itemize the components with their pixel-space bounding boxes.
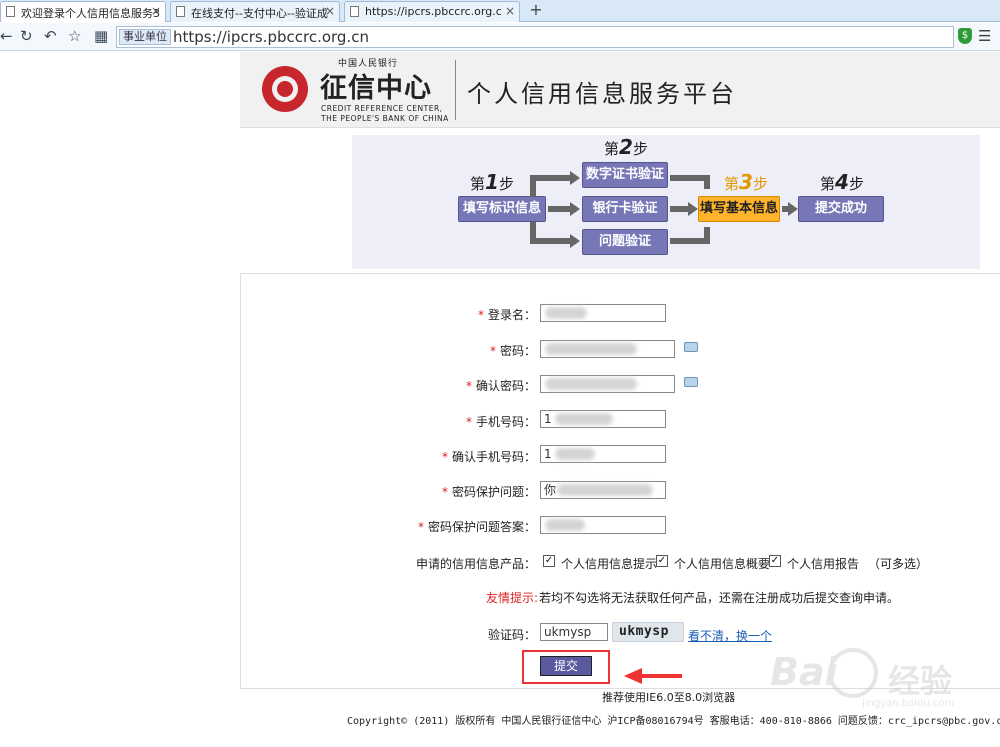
tip-text: 若均不勾选将无法获取任何产品，还需在注册成功后提交查询申请。: [539, 591, 900, 605]
password-label: * 密码：: [489, 344, 536, 358]
step-bank-card: 银行卡验证: [582, 196, 668, 222]
arrow-connector: [530, 175, 570, 181]
captcha-image[interactable]: ukmysp: [612, 622, 684, 642]
soft-keyboard-icon[interactable]: [684, 377, 698, 387]
site-header: 中国人民银行 征信中心 CREDIT REFERENCE CENTER, THE…: [240, 52, 1000, 128]
step-fill-basic-info: 填写基本信息: [698, 196, 780, 222]
browser-toolbar: ← ↻ ↶ ☆ ▦ 事业单位 https://ipcrs.pbccrc.org.…: [0, 23, 1000, 51]
browser-tab[interactable]: https://ipcrs.pbccrc.org.c ×: [344, 1, 520, 22]
security-answer-input[interactable]: [540, 516, 666, 534]
confirm-password-label: * 确认密码：: [465, 379, 536, 393]
security-question-select[interactable]: 你: [540, 481, 666, 499]
confirm-password-input[interactable]: [540, 375, 675, 393]
confirm-phone-label: * 确认手机号码：: [441, 450, 536, 464]
step-3-label: 第3步: [724, 170, 768, 194]
baidu-watermark: Bai 经验 jingyan.baidu.com: [770, 640, 990, 710]
logo-seal-icon: [262, 66, 308, 112]
step-submit-success: 提交成功: [798, 196, 884, 222]
annotation-arrow-head-icon: [624, 668, 642, 684]
product-label-summary: 个人信用信息概要: [674, 557, 771, 571]
arrow-connector: [530, 238, 570, 244]
product-checkbox-tip[interactable]: ✓: [543, 555, 555, 567]
shield-icon[interactable]: $: [958, 28, 972, 44]
apps-grid-icon[interactable]: ▦: [94, 26, 108, 46]
arrow-connector: [670, 206, 688, 212]
platform-title: 个人信用信息服务平台: [467, 80, 737, 108]
tab-title: 欢迎登录个人信用信息服务3: [21, 7, 160, 20]
soft-keyboard-icon[interactable]: [684, 342, 698, 352]
logo-english-line1: CREDIT REFERENCE CENTER,: [321, 104, 443, 113]
page-icon: [6, 6, 15, 17]
reload-icon[interactable]: ↻: [20, 26, 33, 46]
menu-icon[interactable]: ☰: [978, 27, 991, 45]
arrow-connector: [548, 206, 570, 212]
security-question-label: * 密码保护问题：: [441, 485, 536, 499]
captcha-label: 验证码：: [487, 628, 536, 642]
undo-icon[interactable]: ↶: [44, 26, 57, 46]
product-label-tip: 个人信用信息提示: [561, 557, 658, 571]
page-icon: [350, 6, 359, 17]
browser-tab[interactable]: 欢迎登录个人信用信息服务3 ×: [0, 1, 166, 22]
tab-title: 在线支付--支付中心--验证成: [191, 7, 328, 20]
browser-tab-bar: 欢迎登录个人信用信息服务3 × 在线支付--支付中心--验证成 × https:…: [0, 0, 1000, 22]
product-label-report: 个人信用报告: [787, 557, 860, 571]
close-icon[interactable]: ×: [325, 4, 335, 18]
new-tab-button[interactable]: +: [524, 1, 548, 21]
products-label: 申请的信用信息产品：: [415, 557, 536, 571]
registration-steps: 第1步 第2步 第3步 第4步 填写标识信息 数字证书验证 银行卡验证 问题验证…: [352, 135, 980, 269]
paw-icon: [828, 648, 878, 698]
arrow-head-icon: [788, 202, 798, 216]
logo-divider: [455, 60, 456, 120]
watermark-cn: 经验: [888, 662, 953, 700]
security-answer-label: * 密码保护问题答案：: [417, 520, 536, 534]
logo-main-text: 征信中心: [320, 73, 432, 104]
confirm-phone-input[interactable]: 1: [540, 445, 666, 463]
address-bar[interactable]: 事业单位 https://ipcrs.pbccrc.org.cn: [116, 26, 954, 48]
refresh-captcha-link[interactable]: 看不清，换一个: [688, 627, 772, 644]
password-input[interactable]: [540, 340, 675, 358]
arrow-head-icon: [570, 171, 580, 185]
multi-select-note: （可多选）: [868, 557, 929, 571]
page-footer: Copyright© (2011) 版权所有 中国人民银行征信中心 沪ICP备0…: [347, 716, 1000, 727]
browser-recommendation: 推荐使用IE6.0至8.0浏览器: [602, 691, 736, 704]
annotation-arrow: [640, 674, 682, 678]
arrow-head-icon: [570, 234, 580, 248]
submit-button[interactable]: 提交: [540, 656, 592, 676]
step-4-label: 第4步: [820, 170, 864, 194]
arrow-head-icon: [570, 202, 580, 216]
close-icon[interactable]: ×: [151, 4, 161, 18]
address-tag-button[interactable]: 事业单位: [119, 29, 171, 45]
step-question-verify: 问题验证: [582, 229, 668, 255]
close-icon[interactable]: ×: [505, 4, 515, 18]
back-icon[interactable]: ←: [0, 26, 13, 46]
watermark-url: jingyan.baidu.com: [862, 698, 955, 709]
page-icon: [176, 6, 185, 17]
tab-title: https://ipcrs.pbccrc.org.c: [365, 5, 502, 18]
step-digital-cert: 数字证书验证: [582, 162, 668, 188]
product-checkbox-report[interactable]: ✓: [769, 555, 781, 567]
url-text[interactable]: https://ipcrs.pbccrc.org.cn: [173, 28, 369, 46]
step-1-label: 第1步: [470, 170, 514, 194]
logo-english-line2: THE PEOPLE'S BANK OF CHINA: [321, 114, 449, 123]
arrow-head-icon: [688, 202, 698, 216]
arrow-connector: [704, 227, 710, 241]
login-name-label: * 登录名：: [477, 308, 536, 322]
star-icon[interactable]: ☆: [68, 26, 81, 46]
product-checkbox-summary[interactable]: ✓: [656, 555, 668, 567]
tip-label: 友情提示:: [486, 591, 539, 605]
arrow-connector: [704, 175, 710, 189]
login-name-input[interactable]: [540, 304, 666, 322]
captcha-input[interactable]: ukmysp: [540, 623, 608, 641]
step-fill-id-info: 填写标识信息: [458, 196, 546, 222]
browser-tab[interactable]: 在线支付--支付中心--验证成 ×: [170, 1, 340, 22]
phone-input[interactable]: 1: [540, 410, 666, 428]
phone-label: * 手机号码：: [465, 415, 536, 429]
step-2-label: 第2步: [604, 135, 648, 159]
